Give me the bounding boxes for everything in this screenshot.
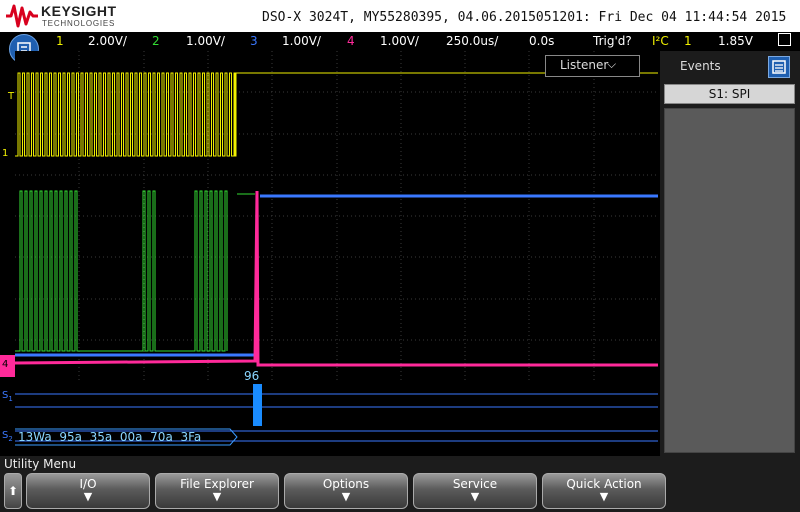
down-arrow-icon: ▼ [470, 490, 480, 503]
trigger-source-channel[interactable]: 1 [684, 34, 692, 48]
ch3-scale[interactable]: 1.00V/ [282, 34, 321, 48]
s2-decode-value: 13Wa [18, 430, 52, 444]
s1-decode-packet [253, 384, 262, 426]
ch2-number[interactable]: 2 [152, 34, 160, 48]
serial1-marker[interactable]: S1 [2, 390, 13, 403]
s2-decode-value: 70a [150, 430, 173, 444]
maximize-icon[interactable] [778, 33, 791, 46]
ch4-ground-marker[interactable]: 4 [0, 355, 15, 377]
keysight-wave-icon [6, 4, 38, 28]
ch4-marker-label: 4 [2, 359, 9, 370]
down-arrow-icon: ▼ [599, 490, 609, 503]
brand-name: KEYSIGHT [41, 3, 117, 19]
instrument-title: DSO-X 3024T, MY55280395, 04.06.201505120… [262, 10, 787, 25]
down-arrow-icon: ▼ [83, 490, 93, 503]
softkey-label: File Explorer [180, 477, 254, 491]
events-list-button[interactable] [768, 56, 790, 78]
chevron-down-icon: ⌵ [607, 57, 617, 71]
up-arrow-icon: ⬆ [7, 484, 19, 498]
ch3-number[interactable]: 3 [250, 34, 258, 48]
listener-label: Listener [560, 58, 609, 72]
softkey-file-explorer[interactable]: File Explorer ▼ [155, 473, 279, 509]
s2-decode-value: 00a [119, 430, 143, 444]
softkey-label: Quick Action [566, 477, 642, 491]
softkey-service[interactable]: Service ▼ [413, 473, 537, 509]
delay-readout[interactable]: 0.0s [529, 34, 554, 48]
ch1-number[interactable]: 1 [56, 34, 64, 48]
s2-decode-value: 35a [89, 430, 113, 444]
down-arrow-icon: ▼ [341, 490, 351, 503]
trigger-source-label[interactable]: I²C [652, 34, 669, 48]
ch2-scale[interactable]: 1.00V/ [186, 34, 225, 48]
serial2-marker[interactable]: S2 [2, 430, 13, 443]
softkey-label: I/O [79, 477, 97, 491]
utility-menu-label: Utility Menu [4, 457, 77, 471]
softkey-label: Service [452, 477, 498, 491]
ch1-scale[interactable]: 2.00V/ [88, 34, 127, 48]
trigger-level-marker[interactable]: T [8, 91, 14, 102]
s2-decode-value: 3Fa [180, 430, 202, 444]
down-arrow-icon: ▼ [212, 490, 222, 503]
s1-decode-value: 96 [244, 369, 260, 383]
serial2-index: 2 [8, 435, 13, 443]
channel-status-bar: 1 2.00V/ 2 1.00V/ 3 1.00V/ 4 1.00V/ 250.… [0, 32, 800, 50]
waveform-display[interactable] [15, 51, 658, 449]
softkey-options[interactable]: Options ▼ [284, 473, 408, 509]
s2-decode-value: 95a [59, 430, 82, 444]
brand-subtitle: TECHNOLOGIES [42, 19, 116, 28]
s2-decode-row: 13Wa 95a 35a 00a 70a 3Fa [18, 430, 201, 444]
softkey-label: Options [322, 477, 370, 491]
softkey-io[interactable]: I/O ▼ [26, 473, 150, 509]
back-button[interactable]: ⬆ [4, 473, 22, 509]
ch4-number[interactable]: 4 [347, 34, 355, 48]
timebase-readout[interactable]: 250.0us/ [446, 34, 498, 48]
events-list[interactable] [664, 108, 795, 453]
ch4-scale[interactable]: 1.00V/ [380, 34, 419, 48]
trigger-level[interactable]: 1.85V [718, 34, 753, 48]
events-tab-s1-spi[interactable]: S1: SPI [664, 84, 795, 104]
events-title: Events [680, 59, 721, 73]
ch1-ground-marker[interactable]: 1 [2, 148, 8, 159]
trigger-status: Trig'd? [593, 34, 632, 48]
events-list-icon [772, 60, 786, 74]
softkey-quick-action[interactable]: Quick Action ▼ [542, 473, 666, 509]
serial1-index: 1 [8, 395, 13, 403]
